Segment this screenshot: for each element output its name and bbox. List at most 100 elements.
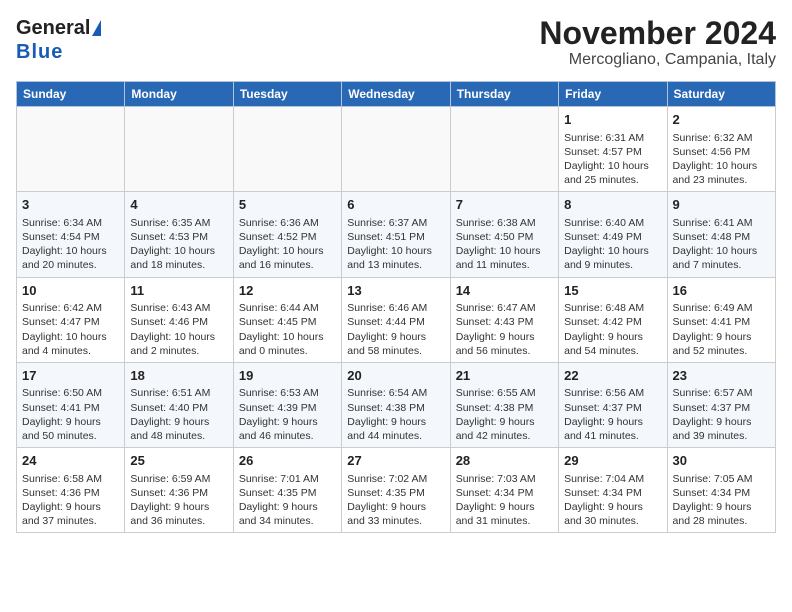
day-info: Sunset: 4:50 PM <box>456 230 553 244</box>
calendar-cell: 4Sunrise: 6:35 AMSunset: 4:53 PMDaylight… <box>125 192 233 277</box>
calendar-cell: 29Sunrise: 7:04 AMSunset: 4:34 PMDayligh… <box>559 448 667 533</box>
day-number: 2 <box>673 111 770 129</box>
calendar-cell: 8Sunrise: 6:40 AMSunset: 4:49 PMDaylight… <box>559 192 667 277</box>
calendar-cell: 9Sunrise: 6:41 AMSunset: 4:48 PMDaylight… <box>667 192 775 277</box>
day-info: Sunset: 4:44 PM <box>347 315 444 329</box>
day-number: 17 <box>22 367 119 385</box>
day-number: 7 <box>456 196 553 214</box>
day-info: Sunset: 4:54 PM <box>22 230 119 244</box>
day-number: 28 <box>456 452 553 470</box>
calendar-cell: 18Sunrise: 6:51 AMSunset: 4:40 PMDayligh… <box>125 362 233 447</box>
logo-general-text: General <box>16 16 90 40</box>
day-info: Sunrise: 6:36 AM <box>239 216 336 230</box>
day-number: 10 <box>22 282 119 300</box>
calendar-week-row: 17Sunrise: 6:50 AMSunset: 4:41 PMDayligh… <box>17 362 776 447</box>
day-info: Sunset: 4:36 PM <box>130 486 227 500</box>
day-info: Daylight: 10 hours and 18 minutes. <box>130 244 227 272</box>
day-info: Sunrise: 6:38 AM <box>456 216 553 230</box>
day-info: Sunrise: 7:02 AM <box>347 472 444 486</box>
day-info: Daylight: 9 hours and 42 minutes. <box>456 415 553 443</box>
calendar-cell: 17Sunrise: 6:50 AMSunset: 4:41 PMDayligh… <box>17 362 125 447</box>
day-info: Sunset: 4:51 PM <box>347 230 444 244</box>
day-info: Sunrise: 6:54 AM <box>347 386 444 400</box>
logo-triangle-icon <box>92 20 101 36</box>
day-info: Sunrise: 6:58 AM <box>22 472 119 486</box>
calendar-cell: 25 Sunrise: 6:59 AMSunset: 4:36 PMDayligh… <box>125 448 233 533</box>
day-info: Sunset: 4:39 PM <box>239 401 336 415</box>
day-info: Sunset: 4:37 PM <box>564 401 661 415</box>
day-info: Sunrise: 6:53 AM <box>239 386 336 400</box>
calendar-cell: 13Sunrise: 6:46 AMSunset: 4:44 PMDayligh… <box>342 277 450 362</box>
day-info: Daylight: 9 hours and 39 minutes. <box>673 415 770 443</box>
calendar-cell: 15Sunrise: 6:48 AMSunset: 4:42 PMDayligh… <box>559 277 667 362</box>
day-number: 12 <box>239 282 336 300</box>
day-number: 6 <box>347 196 444 214</box>
day-info: Sunset: 4:57 PM <box>564 145 661 159</box>
calendar-cell: 10Sunrise: 6:42 AMSunset: 4:47 PMDayligh… <box>17 277 125 362</box>
calendar-week-row: 1Sunrise: 6:31 AMSunset: 4:57 PMDaylight… <box>17 107 776 192</box>
day-info: Daylight: 10 hours and 23 minutes. <box>673 159 770 187</box>
day-info: Sunrise: 7:03 AM <box>456 472 553 486</box>
day-info: Sunset: 4:42 PM <box>564 315 661 329</box>
day-info: Sunrise: 6:41 AM <box>673 216 770 230</box>
calendar-week-row: 10Sunrise: 6:42 AMSunset: 4:47 PMDayligh… <box>17 277 776 362</box>
calendar-header-monday: Monday <box>125 82 233 107</box>
day-info: Sunset: 4:38 PM <box>347 401 444 415</box>
day-info: Daylight: 9 hours and 28 minutes. <box>673 500 770 528</box>
day-info: Sunset: 4:49 PM <box>564 230 661 244</box>
calendar-cell: 21Sunrise: 6:55 AMSunset: 4:38 PMDayligh… <box>450 362 558 447</box>
day-number: 4 <box>130 196 227 214</box>
day-number: 8 <box>564 196 661 214</box>
day-info: Sunset: 4:34 PM <box>456 486 553 500</box>
calendar-cell: 1Sunrise: 6:31 AMSunset: 4:57 PMDaylight… <box>559 107 667 192</box>
calendar-cell: 6Sunrise: 6:37 AMSunset: 4:51 PMDaylight… <box>342 192 450 277</box>
day-info: Sunset: 4:38 PM <box>456 401 553 415</box>
calendar-cell: 11Sunrise: 6:43 AMSunset: 4:46 PMDayligh… <box>125 277 233 362</box>
logo-blue-text: Blue <box>16 40 101 64</box>
day-number: 18 <box>130 367 227 385</box>
day-info: Daylight: 10 hours and 2 minutes. <box>130 330 227 358</box>
day-info: Sunset: 4:53 PM <box>130 230 227 244</box>
day-info: Sunrise: 6:32 AM <box>673 131 770 145</box>
calendar-header-tuesday: Tuesday <box>233 82 341 107</box>
day-info: Sunset: 4:35 PM <box>239 486 336 500</box>
calendar-cell: 27Sunrise: 7:02 AMSunset: 4:35 PMDayligh… <box>342 448 450 533</box>
day-info: Daylight: 9 hours and 31 minutes. <box>456 500 553 528</box>
day-info: Daylight: 9 hours and 30 minutes. <box>564 500 661 528</box>
day-number: 24 <box>22 452 119 470</box>
day-info: Sunrise: 7:01 AM <box>239 472 336 486</box>
day-info: Daylight: 10 hours and 13 minutes. <box>347 244 444 272</box>
day-number: 22 <box>564 367 661 385</box>
calendar-cell: 12Sunrise: 6:44 AMSunset: 4:45 PMDayligh… <box>233 277 341 362</box>
calendar-cell: 30Sunrise: 7:05 AMSunset: 4:34 PMDayligh… <box>667 448 775 533</box>
day-info: Sunset: 4:34 PM <box>564 486 661 500</box>
calendar-header-row: SundayMondayTuesdayWednesdayThursdayFrid… <box>17 82 776 107</box>
calendar-header-wednesday: Wednesday <box>342 82 450 107</box>
page-title: November 2024 <box>539 16 776 51</box>
calendar-cell: 26Sunrise: 7:01 AMSunset: 4:35 PMDayligh… <box>233 448 341 533</box>
day-number: 13 <box>347 282 444 300</box>
calendar-table: SundayMondayTuesdayWednesdayThursdayFrid… <box>16 81 776 533</box>
calendar-cell: 28 Sunrise: 7:03 AMSunset: 4:34 PMDayligh… <box>450 448 558 533</box>
day-info: Sunset: 4:37 PM <box>673 401 770 415</box>
calendar-cell <box>450 107 558 192</box>
day-number: 25 <box>130 452 227 470</box>
day-info: Sunrise: 6:59 AM <box>130 472 227 486</box>
day-number: 30 <box>673 452 770 470</box>
day-info: Daylight: 10 hours and 9 minutes. <box>564 244 661 272</box>
calendar-cell: 3Sunrise: 6:34 AMSunset: 4:54 PMDaylight… <box>17 192 125 277</box>
day-info: Daylight: 9 hours and 36 minutes. <box>130 500 227 528</box>
calendar-cell <box>342 107 450 192</box>
calendar-cell: 16Sunrise: 6:49 AMSunset: 4:41 PMDayligh… <box>667 277 775 362</box>
calendar-cell <box>125 107 233 192</box>
day-info: Daylight: 9 hours and 56 minutes. <box>456 330 553 358</box>
day-info: Daylight: 9 hours and 48 minutes. <box>130 415 227 443</box>
day-info: Sunset: 4:35 PM <box>347 486 444 500</box>
day-info: Daylight: 9 hours and 34 minutes. <box>239 500 336 528</box>
day-number: 16 <box>673 282 770 300</box>
day-info: Sunset: 4:46 PM <box>130 315 227 329</box>
day-info: Sunrise: 6:43 AM <box>130 301 227 315</box>
day-info: Sunrise: 6:34 AM <box>22 216 119 230</box>
page-header: General Blue November 2024 Mercogliano, … <box>16 16 776 69</box>
calendar-cell: 5Sunrise: 6:36 AMSunset: 4:52 PMDaylight… <box>233 192 341 277</box>
